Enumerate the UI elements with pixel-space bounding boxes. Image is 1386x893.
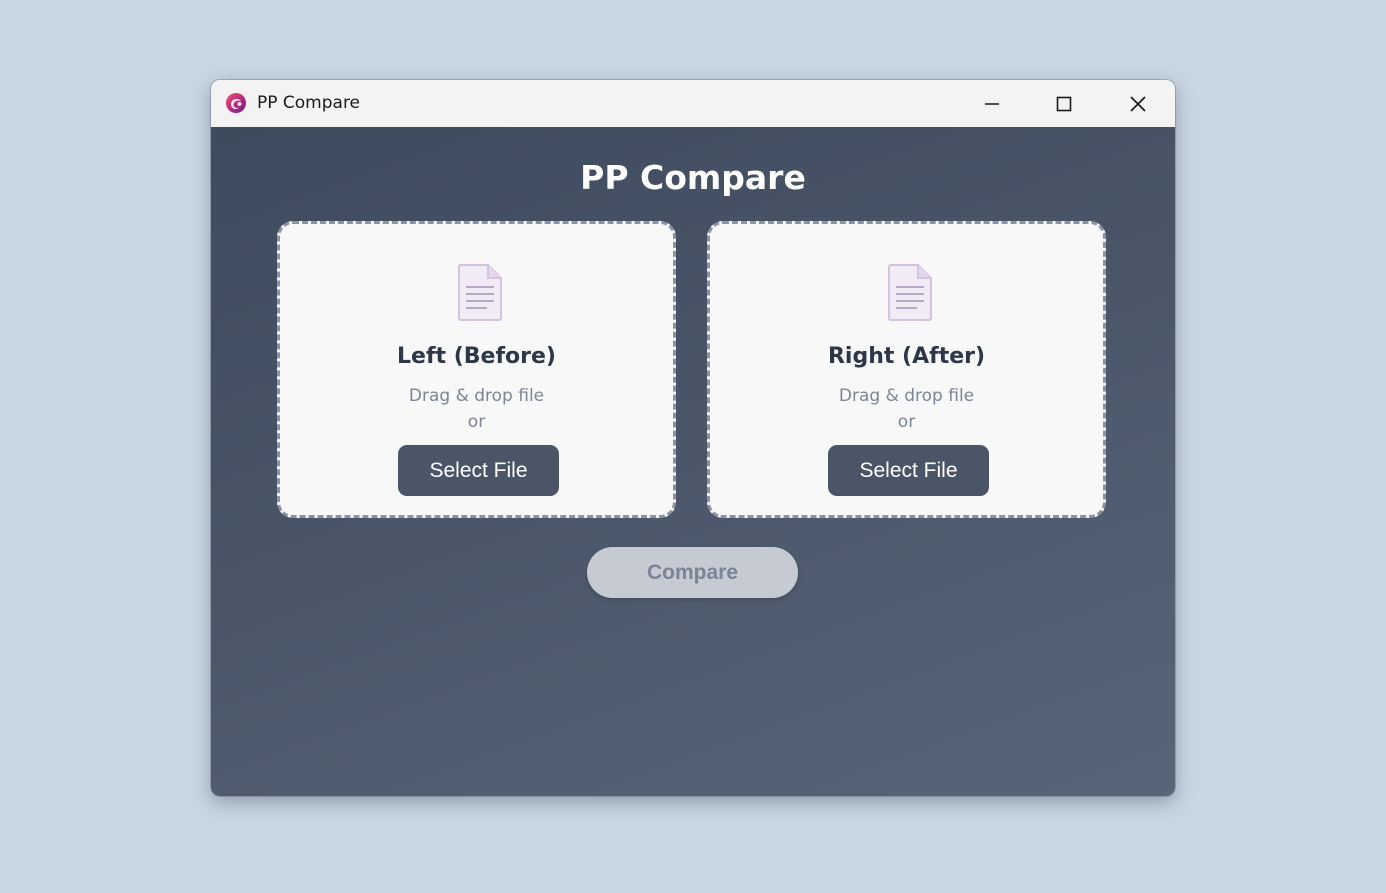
left-drop-zone[interactable]: Left (Before) Drag & drop file or Select… [277, 221, 676, 518]
right-zone-hint: Drag & drop file [838, 386, 975, 406]
right-zone-title: Right (After) [827, 344, 986, 369]
maximize-icon [1056, 96, 1072, 111]
left-zone-title: Left (Before) [397, 344, 556, 369]
app-logo-icon [226, 93, 246, 113]
left-select-file-button[interactable]: Select File [398, 445, 559, 496]
right-drop-zone[interactable]: Right (After) Drag & drop file or Select… [707, 221, 1106, 518]
right-zone-or: or [897, 412, 916, 432]
right-select-file-button[interactable]: Select File [828, 445, 989, 496]
minimize-icon [985, 102, 999, 105]
compare-button[interactable]: Compare [587, 547, 798, 598]
left-zone-or: or [467, 412, 486, 432]
close-button[interactable] [1102, 80, 1174, 127]
close-icon [1130, 95, 1146, 112]
maximize-button[interactable] [1028, 80, 1100, 127]
document-icon [458, 264, 502, 321]
page-title: PP Compare [580, 158, 806, 197]
minimize-button[interactable] [956, 80, 1028, 127]
window-title: PP Compare [257, 93, 361, 113]
left-zone-hint: Drag & drop file [408, 386, 545, 406]
title-bar[interactable]: PP Compare [211, 80, 1175, 127]
document-icon [888, 264, 932, 321]
